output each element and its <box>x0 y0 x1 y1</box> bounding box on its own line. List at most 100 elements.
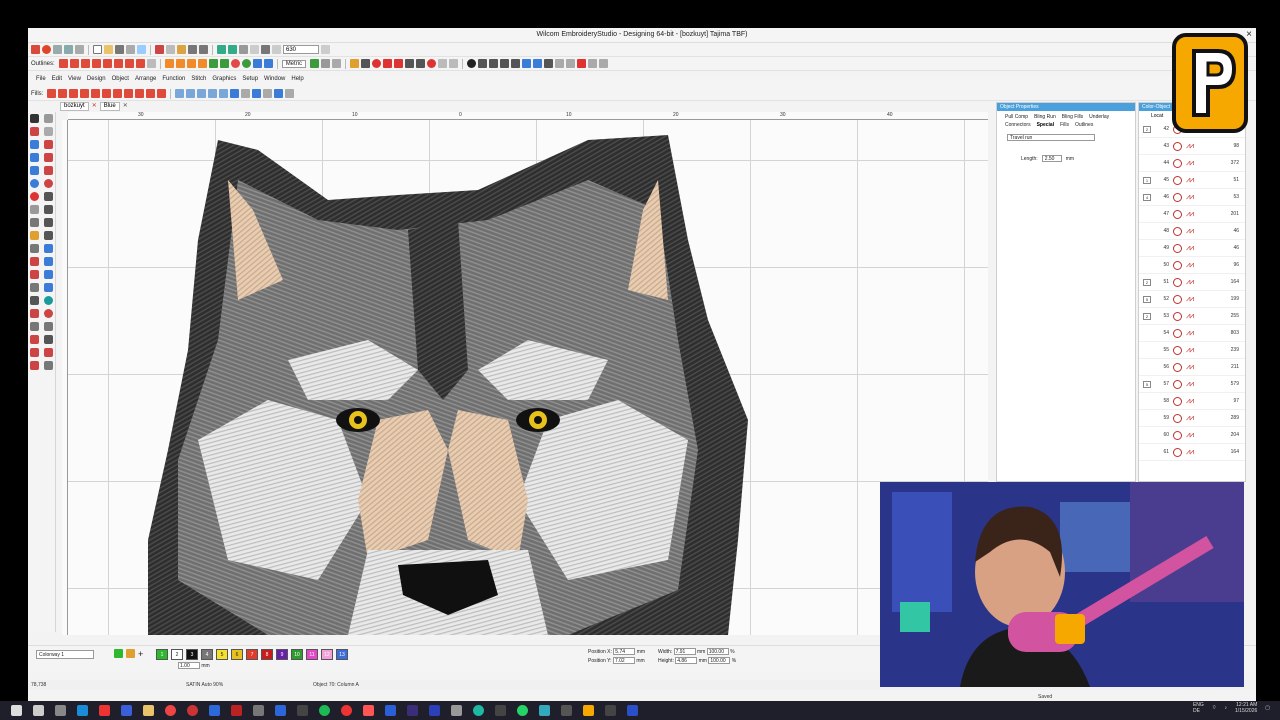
palette-icon[interactable] <box>102 649 111 658</box>
wave-fill-icon[interactable] <box>263 59 273 68</box>
new-file-icon[interactable] <box>93 45 102 54</box>
save-icon[interactable] <box>115 45 124 54</box>
sequence-row[interactable]: 2 51 ⩘⩘ 164 <box>1139 274 1245 291</box>
color-wheel-icon[interactable] <box>44 296 53 305</box>
wifi-icon[interactable]: ⌔ <box>1212 705 1217 711</box>
spool-icon[interactable] <box>114 649 123 658</box>
trim-icon[interactable] <box>394 59 404 68</box>
star-icon[interactable] <box>350 59 360 68</box>
text-tool-icon[interactable] <box>30 140 39 149</box>
sequence-row[interactable]: 58 ⩘⩘ 97 <box>1139 393 1245 410</box>
plus-icon[interactable]: + <box>138 649 143 659</box>
turning-icon[interactable] <box>44 218 53 227</box>
menu-edit[interactable]: Edit <box>52 76 62 86</box>
blanket-icon[interactable] <box>113 59 123 68</box>
run-icon[interactable] <box>58 59 68 68</box>
cut-tool-icon[interactable] <box>30 270 39 279</box>
zoom-tool-icon[interactable] <box>239 45 248 54</box>
group-marker[interactable]: 2 <box>1143 312 1151 320</box>
colorway-select[interactable]: Colorway 1 <box>36 650 94 659</box>
menu-object[interactable]: Object <box>112 76 129 86</box>
group-marker[interactable]: 2 <box>1143 125 1151 133</box>
app-blue-icon[interactable] <box>121 705 132 716</box>
reshape-icon[interactable] <box>544 59 554 68</box>
hoop-icon[interactable] <box>75 45 84 54</box>
windows-start-icon[interactable] <box>11 705 22 716</box>
pattern-fill-icon[interactable] <box>186 59 196 68</box>
steam-icon[interactable] <box>561 705 572 716</box>
app-icon-20[interactable] <box>451 705 462 716</box>
stitch-player-icon[interactable] <box>261 45 270 54</box>
star-tool-icon[interactable] <box>30 231 39 240</box>
thread-chip[interactable]: 13 <box>336 649 348 660</box>
app-icon-11[interactable] <box>253 705 264 716</box>
sequence-row[interactable]: 1 45 ⩘⩘ 51 <box>1139 172 1245 189</box>
sequence-row[interactable]: 59 ⩘⩘ 289 <box>1139 410 1245 427</box>
wilcom-icon[interactable] <box>42 45 51 54</box>
height-field[interactable]: 4.86 <box>675 657 698 664</box>
sequence-row[interactable]: 54 ⩘⩘ 803 <box>1139 325 1245 342</box>
app-icon-21[interactable] <box>473 705 484 716</box>
snap-icon[interactable] <box>310 59 320 68</box>
grid-fill-icon[interactable] <box>252 59 262 68</box>
space2-icon[interactable] <box>533 59 543 68</box>
cut-icon[interactable] <box>155 45 164 54</box>
stipple-icon[interactable] <box>208 59 218 68</box>
hide-icon[interactable] <box>332 59 342 68</box>
print-icon[interactable] <box>126 45 135 54</box>
align-tool-icon[interactable] <box>44 244 53 253</box>
mirror-v-icon[interactable] <box>186 89 196 98</box>
sequence-row[interactable]: 56 ⩘⩘ 211 <box>1139 359 1245 376</box>
position-y-field[interactable]: 7.02 <box>612 657 635 664</box>
closest-join-icon[interactable] <box>599 59 609 68</box>
thread-chip[interactable]: 7 <box>246 649 258 660</box>
scale-h-field[interactable]: 100.00 <box>708 657 731 664</box>
brush-icon[interactable] <box>30 322 39 331</box>
copy-icon[interactable] <box>166 45 175 54</box>
travel-icon[interactable] <box>217 45 226 54</box>
search-icon[interactable] <box>33 705 44 716</box>
backstitch-icon[interactable] <box>80 59 90 68</box>
menu-setup[interactable]: Setup <box>242 76 258 86</box>
sequence-row[interactable]: 43 ⩘⩘ 98 <box>1139 138 1245 155</box>
shape-icon[interactable] <box>30 166 39 175</box>
spotify-icon[interactable] <box>319 705 330 716</box>
align-left-icon[interactable] <box>489 59 499 68</box>
select-arrow-icon[interactable] <box>30 114 39 123</box>
mirror-h-icon[interactable] <box>175 89 185 98</box>
node2-icon[interactable] <box>44 257 53 266</box>
thread-chip[interactable]: 4 <box>201 649 213 660</box>
volume-icon[interactable]: ♪ <box>1225 705 1228 711</box>
tab-outlines[interactable]: Outlines <box>1075 122 1093 128</box>
thread-chip[interactable]: 3 <box>186 649 198 660</box>
tab-blue[interactable]: Blue <box>99 102 120 111</box>
tab-underlay[interactable]: Underlay <box>1089 114 1109 120</box>
group-marker[interactable]: 1 <box>1143 176 1151 184</box>
length-field[interactable]: 2.50 <box>1041 155 1062 162</box>
rotate-left-icon[interactable] <box>197 89 207 98</box>
thread-chip[interactable]: 2 <box>171 649 183 660</box>
info-icon[interactable] <box>467 59 477 68</box>
redo-icon[interactable] <box>199 45 208 54</box>
app-icon-8[interactable] <box>187 705 198 716</box>
thread-chip[interactable]: 10 <box>291 649 303 660</box>
app-icon-27[interactable] <box>605 705 616 716</box>
picker-icon[interactable] <box>126 649 135 658</box>
app-icon-7[interactable] <box>165 705 176 716</box>
zoom-field[interactable]: 630 <box>283 45 319 54</box>
trim-tool-icon[interactable] <box>44 283 53 292</box>
lock-objects-icon[interactable] <box>263 89 273 98</box>
group-marker[interactable]: 4 <box>1143 193 1151 201</box>
app-red-icon[interactable] <box>99 705 110 716</box>
fx-icon[interactable] <box>416 59 426 68</box>
fill-wave-icon[interactable] <box>102 89 112 98</box>
complex-fill-icon[interactable] <box>30 218 39 227</box>
sequence-row[interactable]: 49 ⩘⩘ 46 <box>1139 240 1245 257</box>
app-icon-9[interactable] <box>209 705 220 716</box>
texture-icon[interactable] <box>44 335 53 344</box>
language-indicator[interactable]: ENG DE <box>1193 702 1204 714</box>
align-right-icon[interactable] <box>500 59 510 68</box>
whatsapp-icon[interactable] <box>517 705 528 716</box>
rotate-tool-icon[interactable] <box>44 270 53 279</box>
lock-icon[interactable] <box>383 59 393 68</box>
